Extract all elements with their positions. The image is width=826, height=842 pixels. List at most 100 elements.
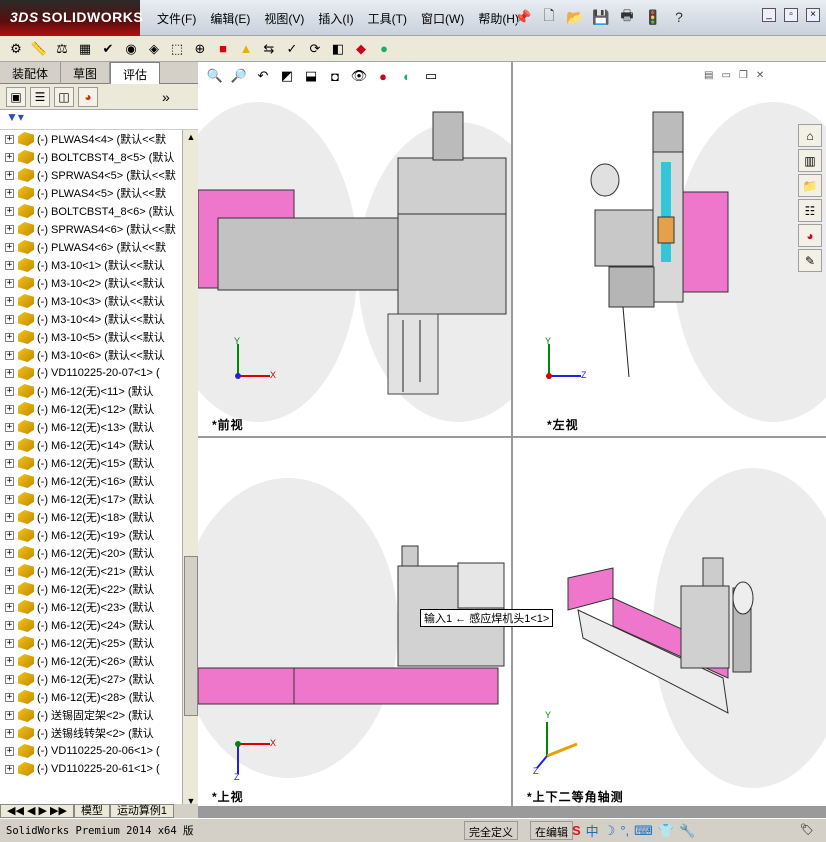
expand-icon[interactable]: + [5, 170, 14, 180]
expand-icon[interactable]: + [5, 656, 14, 666]
ime-mode[interactable]: 中 [586, 821, 599, 840]
expand-icon[interactable]: + [5, 296, 14, 306]
menu-tools[interactable]: 工具(T) [361, 10, 414, 27]
view-orientation-icon[interactable]: ⬓ [300, 65, 322, 87]
thickness-icon[interactable]: ◧ [328, 39, 348, 59]
menu-insert[interactable]: 插入(I) [311, 10, 360, 27]
expand-icon[interactable]: + [5, 584, 14, 594]
menu-window[interactable]: 窗口(W) [414, 10, 471, 27]
viewport-left[interactable]: *左视 Y Z [513, 62, 826, 436]
tree-item[interactable]: + (-) SPRWAS4<6> (默认<<默 [0, 220, 182, 238]
expand-icon[interactable]: + [5, 260, 14, 270]
tree-item[interactable]: + (-) BOLTCBST4_8<5> (默认 [0, 148, 182, 166]
scroll-up-icon[interactable]: ▲ [183, 130, 199, 144]
tree-item[interactable]: + (-) M6-12(无)<14> (默认 [0, 436, 182, 454]
expand-icon[interactable]: + [5, 404, 14, 414]
menu-edit[interactable]: 编辑(E) [203, 10, 257, 27]
expand-icon[interactable]: + [5, 134, 14, 144]
measure-icon[interactable]: 📏 [29, 39, 49, 59]
expand-icon[interactable]: + [5, 350, 14, 360]
tree-item[interactable]: + (-) M6-12(无)<11> (默认 [0, 382, 182, 400]
tree-item[interactable]: + (-) 送锡线转架<2> (默认 [0, 724, 182, 742]
design-library-icon[interactable]: ▥ [798, 149, 822, 172]
tree-item[interactable]: + (-) M6-12(无)<18> (默认 [0, 508, 182, 526]
punctuation-icon[interactable]: °, [620, 823, 629, 838]
close-button[interactable]: × [806, 8, 820, 22]
tree-item[interactable]: + (-) M6-12(无)<25> (默认 [0, 634, 182, 652]
viewport-restore-icon[interactable]: ❐ [739, 70, 748, 81]
expand-icon[interactable]: + [5, 458, 14, 468]
expand-icon[interactable]: + [5, 728, 14, 738]
tab-sketch[interactable]: 草图 [61, 62, 111, 84]
tools-icon[interactable]: 🔧 [679, 823, 695, 839]
keyboard-icon[interactable]: ⌨ [634, 823, 653, 839]
view-palette-icon[interactable]: ☷ [798, 199, 822, 222]
expand-icon[interactable]: + [5, 314, 14, 324]
viewport-close-icon[interactable]: ✕ [756, 70, 764, 81]
expand-icon[interactable]: + [5, 638, 14, 648]
feature-tree-icon[interactable]: ▣ [6, 86, 26, 107]
tree-item[interactable]: + (-) M6-12(无)<16> (默认 [0, 472, 182, 490]
expand-icon[interactable]: + [5, 188, 14, 198]
skin-icon[interactable]: 👕 [658, 823, 674, 839]
expand-icon[interactable]: + [5, 440, 14, 450]
file-explorer-icon[interactable]: 📁 [798, 174, 822, 197]
tag-icon[interactable]: 🏷 [800, 823, 814, 836]
expand-icon[interactable]: + [5, 764, 14, 774]
expand-panel-icon[interactable]: » [162, 89, 170, 105]
expand-icon[interactable]: + [5, 332, 14, 342]
tree-item[interactable]: + (-) M3-10<1> (默认<<默认 [0, 256, 182, 274]
expand-icon[interactable]: + [5, 386, 14, 396]
viewport-isometric[interactable]: *上下二等角轴测 Y Z [513, 438, 826, 806]
feature-stats-icon[interactable]: ✓ [282, 39, 302, 59]
open-folder-icon[interactable]: 📂 [564, 6, 586, 28]
tree-item[interactable]: + (-) M3-10<5> (默认<<默认 [0, 328, 182, 346]
draft-analysis-icon[interactable]: ▲ [236, 39, 256, 59]
rebuild-icon[interactable]: 🚦 [642, 6, 664, 28]
configuration-icon[interactable]: ◫ [54, 86, 74, 107]
nav-arrows[interactable]: ◀◀ ◀ ▶ ▶▶ [0, 804, 74, 818]
tree-item[interactable]: + (-) M6-12(无)<19> (默认 [0, 526, 182, 544]
compare-icon[interactable]: ⇆ [259, 39, 279, 59]
curvature-icon[interactable]: ■ [213, 39, 233, 59]
pin-icon[interactable]: 📌 [512, 6, 534, 28]
tree-item[interactable]: + (-) M6-12(无)<27> (默认 [0, 670, 182, 688]
tab-evaluate[interactable]: 评估 [110, 62, 161, 84]
tree-item[interactable]: + (-) VD110225-20-07<1> ( [0, 364, 182, 382]
check-icon[interactable]: ✔ [98, 39, 118, 59]
tree-item[interactable]: + (-) M6-12(无)<17> (默认 [0, 490, 182, 508]
custom-properties-icon[interactable]: ✎ [798, 249, 822, 272]
minimize-button[interactable]: _ [762, 8, 776, 22]
hole-alignment-icon[interactable]: ⊕ [190, 39, 210, 59]
tree-item[interactable]: + (-) BOLTCBST4_8<6> (默认 [0, 202, 182, 220]
tree-item[interactable]: + (-) VD110225-20-06<1> ( [0, 742, 182, 760]
display-style-icon[interactable]: ◘ [324, 65, 346, 87]
expand-icon[interactable]: + [5, 530, 14, 540]
tree-item[interactable]: + (-) M3-10<2> (默认<<默认 [0, 274, 182, 292]
expand-icon[interactable]: + [5, 710, 14, 720]
tree-item[interactable]: + (-) M3-10<3> (默认<<默认 [0, 292, 182, 310]
save-icon[interactable]: 💾 [590, 6, 612, 28]
tree-item[interactable]: + (-) M6-12(无)<21> (默认 [0, 562, 182, 580]
tree-item[interactable]: + (-) PLWAS4<6> (默认<<默 [0, 238, 182, 256]
edit-appearance-icon[interactable]: ● [372, 65, 394, 87]
menu-file[interactable]: 文件(F) [150, 10, 203, 27]
print-icon[interactable]: 🖶 [616, 6, 638, 28]
tree-item[interactable]: + (-) M6-12(无)<15> (默认 [0, 454, 182, 472]
tree-item[interactable]: + (-) M6-12(无)<24> (默认 [0, 616, 182, 634]
tab-model[interactable]: 模型 [73, 804, 110, 818]
expand-icon[interactable]: + [5, 242, 14, 252]
appearances-icon[interactable]: ◕ [798, 224, 822, 247]
expand-icon[interactable]: + [5, 566, 14, 576]
clearance-icon[interactable]: ⬚ [167, 39, 187, 59]
tree-item[interactable]: + (-) M3-10<4> (默认<<默认 [0, 310, 182, 328]
expand-icon[interactable]: + [5, 746, 14, 756]
mass-properties-icon[interactable]: ⚖ [52, 39, 72, 59]
sensor-icon[interactable]: ◉ [121, 39, 141, 59]
tab-assembly[interactable]: 装配体 [0, 62, 62, 84]
expand-icon[interactable]: + [5, 620, 14, 630]
zoom-to-fit-icon[interactable]: 🔍 [204, 65, 226, 87]
viewport-link-icon[interactable]: ▤ [704, 70, 713, 81]
sogou-icon[interactable]: S [572, 823, 581, 838]
tree-item[interactable]: + (-) VD110225-20-61<1> ( [0, 760, 182, 778]
